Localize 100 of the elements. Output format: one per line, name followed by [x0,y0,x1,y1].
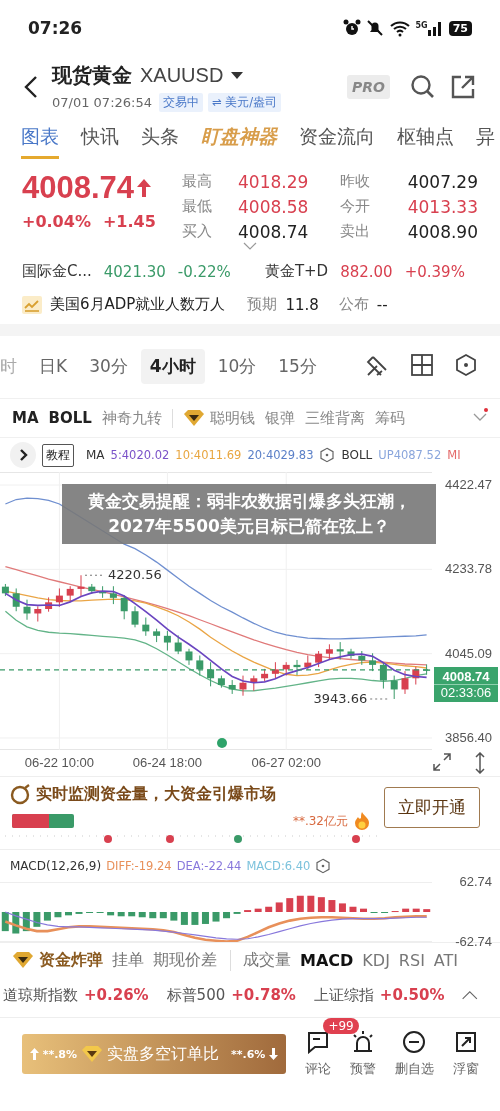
activate-button[interactable]: 立即开通 [384,786,480,828]
bar [180,912,188,925]
axis-label: -62.74 [454,933,493,951]
indicator-tab[interactable]: MACD [300,950,354,970]
candle [401,670,409,695]
caret-icon[interactable] [231,71,244,80]
settings-icon[interactable] [319,447,336,463]
bell-muted-icon [365,19,384,37]
share-icon[interactable] [450,74,476,100]
stat-value: 4013.33 [406,197,478,217]
indicator-tab[interactable]: 神奇九转 [101,408,162,428]
axis-label: 4422.47 [444,476,493,494]
candle [153,628,161,643]
battery-indicator: 75 [448,20,472,36]
status-time: 07:26 [28,18,83,38]
bar [412,908,420,912]
indicator-tab[interactable]: RSI [398,950,425,970]
toolbar-button[interactable]: 浮窗 [450,1030,481,1078]
index-name[interactable]: 道琼斯指数 [3,985,78,1005]
fire-icon [352,811,372,831]
event-marker[interactable] [217,738,227,748]
related-change: -0.22% [177,262,231,281]
indicator-tab[interactable]: 挂单 [112,949,144,971]
bar [201,912,209,924]
indicator-tab[interactable]: MA [12,409,39,427]
bar [191,912,199,925]
candle [88,583,96,595]
bar [402,908,410,912]
back-icon[interactable] [24,75,38,99]
period-tab[interactable]: 30分 [80,348,137,384]
indicator-tab[interactable]: ATI [433,950,459,970]
candle [163,630,171,652]
chevron-down-icon[interactable] [243,242,257,250]
ma-value: 10:4011.69 [175,448,242,462]
long-short-ratio-button[interactable]: **.8% 实盘多空订单比 **.6% [22,1034,286,1074]
bar [107,912,115,916]
macd-value: DEA:-22.44 [176,859,242,873]
indicator-tab[interactable]: KDJ [362,950,390,970]
bar [170,912,178,921]
minus-circle-icon [402,1030,427,1054]
tab[interactable]: 资金流向 [299,124,375,159]
tab[interactable]: 快讯 [81,124,119,159]
fullscreen-icon[interactable] [432,752,452,772]
indicator-tab[interactable]: 聪明钱 [171,408,255,428]
up-arrow-icon [29,1048,39,1060]
vertical-resize-icon[interactable] [474,752,486,774]
floating-window-icon [453,1030,478,1054]
axis-label: 4045.09 [444,644,493,663]
search-icon[interactable] [410,74,436,100]
indicator-tab[interactable]: 三维背离 [304,408,365,428]
settings-icon[interactable] [454,353,478,377]
related-name[interactable]: 国际金C... [22,262,92,281]
settings-icon[interactable] [315,858,332,874]
axis-label: 62.74 [458,873,493,891]
indicator-tab[interactable]: BOLL [48,409,92,427]
instrument-code[interactable]: XAUUSD [140,64,224,87]
chevron-up-icon[interactable] [462,988,478,1002]
candle [423,663,431,676]
candle [315,650,323,668]
candle [250,675,258,692]
expected-value: 11.8 [285,295,319,314]
period-tab[interactable]: 日K [30,348,77,384]
related-name[interactable]: 黄金T+D [264,262,329,281]
event-title[interactable]: 美国6月ADP就业人数万人 [50,295,226,314]
toolbar-button[interactable]: 删自选 [392,1030,436,1078]
candle [34,605,42,623]
expand-icon[interactable] [10,442,36,468]
diamond-icon [182,409,205,427]
bar [149,912,157,919]
axis-label: 3856.40 [444,729,493,747]
bar [349,906,357,912]
tab[interactable]: 头条 [141,124,179,159]
period-tab[interactable]: 4小时 [140,348,205,384]
stat-label: 昨收 [340,172,371,192]
bar [423,909,431,912]
tutorial-button[interactable]: 教程 [42,443,74,467]
expected-label: 预期 [247,295,278,314]
grid-icon[interactable] [410,353,434,377]
bomb-icon [10,783,32,805]
stat-label: 今开 [340,197,371,217]
candle [45,596,53,613]
boll-value: UP4087.52 [378,448,442,462]
instrument-name: 现货黄金 [52,62,132,89]
indicator-tab[interactable]: 银弹 [264,408,295,428]
indicator-tab[interactable]: 成交量 [230,949,291,971]
tab[interactable]: 枢轴点 [397,124,454,159]
index-name[interactable]: 上证综指 [313,985,374,1005]
promo-title: 实时监测资金量，大资金引爆市场 [36,783,276,805]
candle [55,587,63,608]
index-name[interactable]: 标普500 [166,985,226,1005]
indicator-tab[interactable]: 资金炸弹 [12,949,103,971]
indicator-tab[interactable]: 期现价差 [153,949,217,971]
alarm-icon [342,19,361,37]
tab[interactable]: 异 [476,124,495,159]
period-tab[interactable]: 10分 [208,348,266,384]
tab[interactable]: 图表 [21,124,59,159]
indicator-tab[interactable]: 筹码 [374,408,405,428]
period-tab[interactable]: 15分 [269,348,326,384]
alarm-light-icon [351,1030,376,1054]
candle [12,587,20,612]
